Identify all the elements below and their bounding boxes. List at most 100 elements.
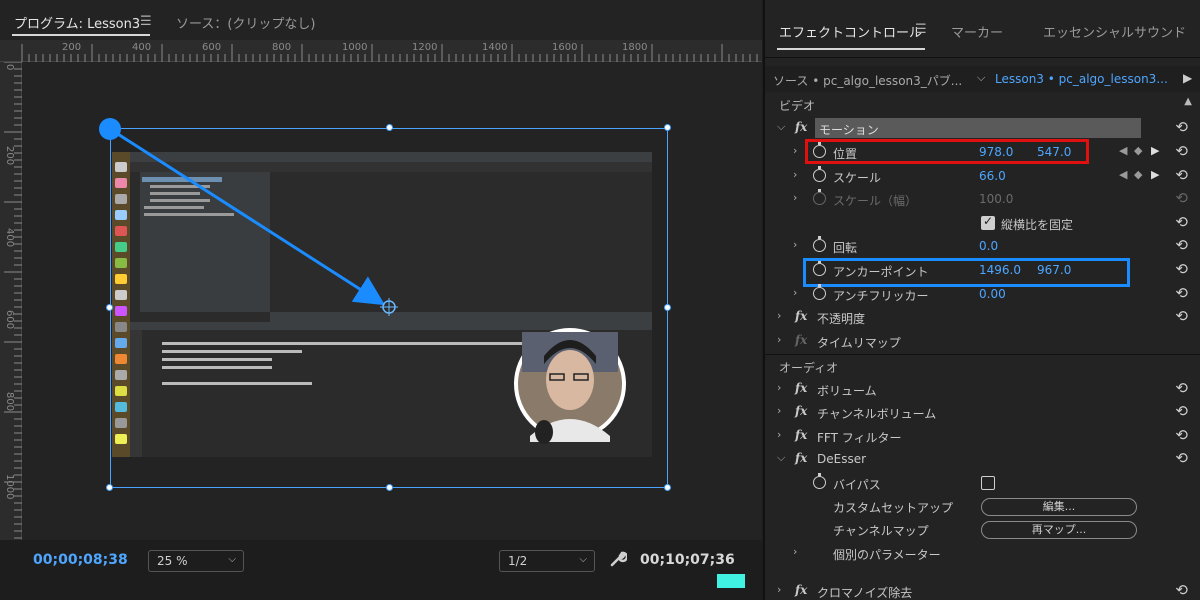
ruler-label: 1600 [552,42,578,53]
bbox-handle-bottom[interactable] [386,484,393,491]
wrench-icon[interactable] [609,550,627,568]
tab-program[interactable]: プログラム: Lesson3 [14,13,140,32]
stopwatch-icon[interactable] [813,236,826,252]
fx-icon[interactable]: fx [795,381,807,395]
chevron-right-icon[interactable]: › [793,286,797,299]
vertical-ruler: 0 200 400 600 800 1000 [0,62,22,540]
reset-icon[interactable]: ⟲ [1175,402,1188,420]
fx-icon[interactable]: fx [795,309,807,323]
chevron-right-icon[interactable]: › [777,428,781,441]
tab-essential-sound[interactable]: エッセンシャルサウンド [1043,22,1186,41]
reset-icon[interactable]: ⟲ [1175,118,1188,136]
scale-value[interactable]: 66.0 [979,169,1006,183]
deesser-effect-row[interactable]: ⌵ fx DeEsser ⟲ [765,448,1200,471]
panel-menu-icon[interactable]: ☰ [915,22,927,37]
channel-volume-label: チャンネルボリューム [817,407,937,421]
chevron-right-icon[interactable]: › [777,309,781,322]
stopwatch-icon[interactable] [813,473,826,489]
scale-width-row: › スケール（幅） 100.0 ⟲ [765,188,1200,211]
zoom-value: 25 % [157,554,188,568]
channel-map-row: チャンネルマップ 再マップ... [765,518,1200,541]
chevron-right-icon[interactable]: › [777,333,781,346]
chevron-right-icon[interactable]: › [793,191,797,204]
uniform-scale-row: 縦横比を固定 ⟲ [765,212,1200,235]
add-keyframe-icon[interactable]: ◆ [1134,144,1142,157]
play-triangle-icon[interactable]: ▶ [1183,71,1192,85]
chevron-right-icon[interactable]: › [793,144,797,157]
bbox-handle-right[interactable] [664,304,671,311]
reset-icon[interactable]: ⟲ [1175,166,1188,184]
ruler-ticks-left [4,62,22,539]
add-keyframe-icon[interactable]: ◆ [1134,168,1142,181]
transform-bounding-box[interactable] [110,128,668,488]
reset-icon[interactable]: ⟲ [1175,426,1188,444]
reset-icon[interactable]: ⟲ [1175,142,1188,160]
channel-volume-effect-row[interactable]: › fx チャンネルボリューム ⟲ [765,401,1200,424]
uniform-scale-checkbox[interactable] [981,214,995,230]
active-tab-underline [12,34,150,36]
bypass-checkbox[interactable] [981,476,995,490]
chevron-right-icon[interactable]: › [793,168,797,181]
tab-effect-controls[interactable]: エフェクトコントロール [779,22,922,41]
stopwatch-icon[interactable] [813,284,826,300]
chevron-right-icon[interactable]: › [777,404,781,417]
position-highlight-box [805,139,1089,164]
anti-flicker-value[interactable]: 0.00 [979,287,1006,301]
zoom-dropdown[interactable]: 25 % ⌵ [148,550,244,572]
reset-icon[interactable]: ⟲ [1175,260,1188,278]
fx-icon[interactable]: fx [795,428,807,442]
current-timecode[interactable]: 00;00;08;38 [33,552,128,568]
chevron-down-icon[interactable]: ⌵ [977,71,985,85]
chevron-right-icon[interactable]: › [793,545,797,558]
bbox-handle-bottom-left[interactable] [106,484,113,491]
chevron-down-icon[interactable]: ⌵ [777,120,785,134]
bbox-handle-bottom-right[interactable] [664,484,671,491]
chroma-noise-effect-row[interactable]: › fx クロマノイズ除去 ⟲ [765,580,1200,600]
reset-icon[interactable]: ⟲ [1175,307,1188,325]
edit-button[interactable]: 編集... [981,498,1137,516]
program-tabbar: プログラム: Lesson3 ☰ ソース：(クリップなし) [0,0,762,40]
reset-icon[interactable]: ⟲ [1175,236,1188,254]
chevron-right-icon[interactable]: › [777,381,781,394]
resolution-dropdown[interactable]: 1/2 ⌵ [499,550,595,572]
bbox-handle-top[interactable] [386,124,393,131]
reset-icon[interactable]: ⟲ [1175,213,1188,231]
scroll-up-icon[interactable]: ▲ [1184,96,1192,107]
sequence-clip-label[interactable]: Lesson3 • pc_algo_lesson3... [995,72,1168,86]
bbox-handle-left[interactable] [106,304,113,311]
fx-icon[interactable]: fx [795,120,807,134]
time-remap-effect-row[interactable]: › fx タイムリマップ [765,330,1200,353]
motion-effect-row[interactable]: ⌵ fx モーション ⟲ [765,117,1200,140]
tab-source[interactable]: ソース：(クリップなし) [176,13,316,32]
opacity-effect-row[interactable]: › fx 不透明度 ⟲ [765,306,1200,329]
next-keyframe-icon[interactable]: ▶ [1151,144,1159,157]
anchor-origin-dot [99,118,121,140]
reset-icon[interactable]: ⟲ [1175,581,1188,599]
next-keyframe-icon[interactable]: ▶ [1151,168,1159,181]
fx-icon[interactable]: fx [795,404,807,418]
chevron-down-icon[interactable]: ⌵ [777,451,785,465]
export-frame-icon[interactable] [717,574,745,588]
audio-section-header: オーディオ [765,354,1200,377]
volume-effect-row[interactable]: › fx ボリューム ⟲ [765,378,1200,401]
reset-icon[interactable]: ⟲ [1175,449,1188,467]
fft-filter-effect-row[interactable]: › fx FFT フィルター ⟲ [765,425,1200,448]
prev-keyframe-icon[interactable]: ◀ [1119,144,1127,157]
tab-marker[interactable]: マーカー [951,22,1003,41]
chevron-right-icon[interactable]: › [793,238,797,251]
fx-icon[interactable]: fx [795,451,807,465]
stopwatch-icon[interactable] [813,166,826,182]
panel-menu-icon[interactable]: ☰ [140,14,152,29]
source-clip-label[interactable]: ソース • pc_algo_lesson3_パブ... [773,72,962,89]
prev-keyframe-icon[interactable]: ◀ [1119,168,1127,181]
ruler-label: 1000 [342,42,368,53]
individual-params-row[interactable]: › 個別のパラメーター [765,542,1200,565]
individual-params-label: 個別のパラメーター [833,548,941,562]
reset-icon[interactable]: ⟲ [1175,284,1188,302]
rotation-value[interactable]: 0.0 [979,239,998,253]
fx-icon[interactable]: fx [795,583,807,597]
chevron-right-icon[interactable]: › [777,583,781,596]
reset-icon[interactable]: ⟲ [1175,379,1188,397]
bbox-handle-top-right[interactable] [664,124,671,131]
remap-button[interactable]: 再マップ... [981,521,1137,539]
